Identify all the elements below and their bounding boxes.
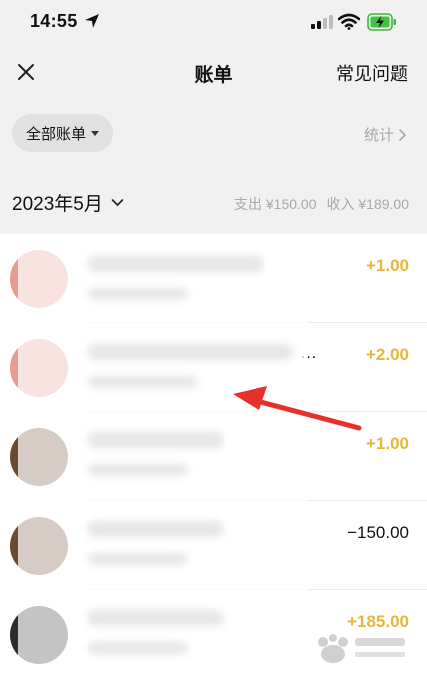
location-arrow-icon [85, 14, 99, 28]
blurred-text [88, 521, 223, 537]
status-time: 14:55 [30, 11, 78, 31]
faq-link[interactable]: 常见问题 [336, 60, 408, 86]
privacy-blur-overlay [18, 234, 308, 670]
watermark-logo-icon [318, 634, 405, 663]
blurred-text [88, 432, 223, 448]
month-totals: 支出 ¥150.00 收入 ¥189.00 [234, 194, 409, 214]
blurred-text [88, 344, 293, 360]
statistics-link[interactable]: 统计 [364, 124, 407, 145]
filter-bar: 全部账单 统计 [0, 108, 427, 158]
status-bar: 14:55 [0, 0, 427, 44]
transaction-amount: +1.00 [365, 256, 409, 275]
blurred-text [88, 288, 188, 300]
chevron-down-icon [111, 199, 124, 207]
close-icon [18, 64, 34, 80]
month-label: 2023年5月 [12, 194, 103, 215]
caret-down-icon [91, 130, 100, 136]
bill-filter-label: 全部账单 [26, 125, 87, 143]
statistics-label: 统计 [363, 127, 394, 144]
transaction-amount: +1.00 [365, 434, 409, 453]
transaction-amount: −150.00 [347, 523, 409, 542]
blurred-text [88, 376, 198, 388]
blurred-text [88, 464, 188, 476]
income-total: 收入 ¥189.00 [326, 196, 410, 212]
blurred-text [88, 610, 223, 626]
blurred-text [88, 642, 188, 654]
close-button[interactable] [10, 56, 42, 88]
cellular-signal-icon [311, 15, 333, 29]
transaction-amount: +185.00 [347, 612, 409, 631]
battery-charging-icon [367, 13, 396, 31]
transaction-amount: +2.00 [365, 345, 409, 364]
navigation-bar: 账单 常见问题 [0, 44, 427, 100]
bill-filter-dropdown[interactable]: 全部账单 [12, 114, 114, 152]
month-picker[interactable]: 2023年5月 [12, 189, 124, 216]
blurred-text [88, 553, 188, 565]
chevron-right-icon [399, 128, 407, 141]
wifi-icon [338, 13, 360, 30]
blurred-text [88, 256, 263, 272]
month-summary-row: 2023年5月 支出 ¥150.00 收入 ¥189.00 [0, 180, 427, 224]
annotation-arrow [233, 386, 362, 431]
expense-total: 支出 ¥150.00 [234, 196, 317, 212]
